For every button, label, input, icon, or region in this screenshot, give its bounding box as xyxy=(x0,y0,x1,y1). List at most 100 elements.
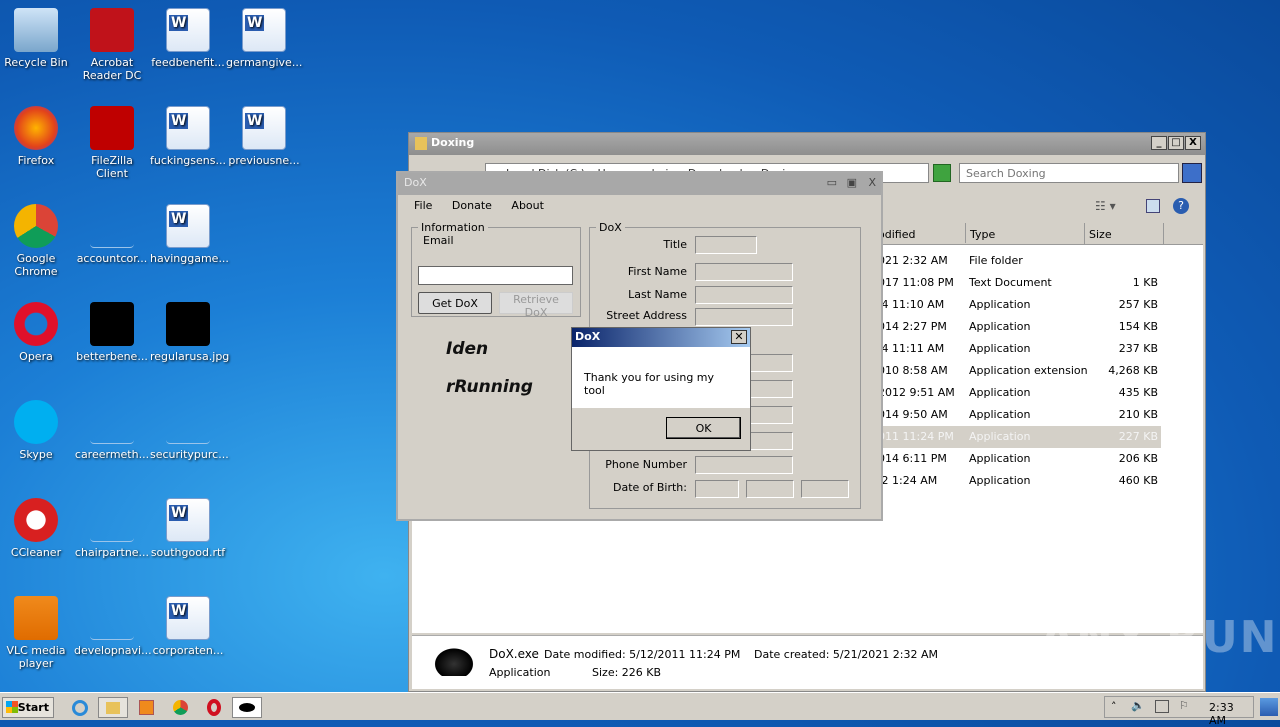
details-modified: Date modified: 5/12/2011 11:24 PM xyxy=(544,648,741,661)
show-hidden-icons[interactable]: ˄ xyxy=(1111,700,1117,713)
desktop-icon[interactable]: corporaten... xyxy=(150,596,226,657)
firefox-icon xyxy=(14,106,58,150)
desktop-icon[interactable]: germangive... xyxy=(226,8,302,69)
cell-size: 257 KB xyxy=(1118,298,1158,311)
minimize-button[interactable]: _ xyxy=(1151,136,1167,150)
desktop-icon[interactable]: betterbene... xyxy=(74,302,150,363)
maximize-button[interactable]: □ xyxy=(1168,136,1184,150)
desktop-icon[interactable]: developnavi... xyxy=(74,596,152,657)
blank-file-icon xyxy=(90,498,134,542)
desktop-icon[interactable]: previousne... xyxy=(226,106,302,167)
ie-icon[interactable] xyxy=(72,700,88,716)
cell-modified: 010 8:58 AM xyxy=(878,364,948,377)
word-doc-icon xyxy=(166,596,210,640)
menu-donate[interactable]: Donate xyxy=(452,199,492,212)
message-box-close-button[interactable]: ✕ xyxy=(731,330,747,344)
message-box-body: Thank you for using my tool xyxy=(572,347,750,408)
dob-year-field[interactable] xyxy=(801,480,849,498)
details-type: Application xyxy=(489,666,551,679)
menu-bar: File Donate About xyxy=(414,199,544,212)
desktop-icon[interactable]: VLC media player xyxy=(0,596,74,670)
email-input[interactable] xyxy=(418,266,573,285)
word-doc-icon xyxy=(166,204,210,248)
desktop-icon[interactable]: Firefox xyxy=(0,106,74,167)
desktop-icon[interactable]: feedbenefit... xyxy=(150,8,226,69)
cell-type: Application xyxy=(969,430,1031,443)
desktop-icon[interactable]: accountcor... xyxy=(74,204,150,265)
blank-file-icon xyxy=(90,204,134,248)
desktop-icon-label: VLC media player xyxy=(6,644,66,670)
filezilla-icon xyxy=(90,106,134,150)
preview-pane-icon[interactable] xyxy=(1146,199,1160,213)
flag-icon[interactable]: ⚐ xyxy=(1179,699,1189,712)
close-button[interactable]: X xyxy=(1185,136,1201,150)
start-button[interactable]: Start xyxy=(2,697,54,718)
desktop-icon[interactable]: fuckingsens... xyxy=(150,106,226,167)
refresh-icon[interactable] xyxy=(933,164,951,182)
desktop-icon[interactable]: regularusa.jpg xyxy=(150,302,229,363)
cell-modified: 011 11:24 PM xyxy=(878,430,954,443)
title-field[interactable] xyxy=(695,236,757,254)
taskbar: Start ˄ 🔈 ⚐ 2:33 AM xyxy=(0,692,1280,727)
media-player-icon[interactable] xyxy=(139,700,154,715)
street-address-field[interactable] xyxy=(695,308,793,326)
desktop-icon[interactable]: Acrobat Reader DC xyxy=(74,8,150,82)
cell-type: Application xyxy=(969,452,1031,465)
desktop-icon[interactable]: careermeth... xyxy=(74,400,150,461)
ok-button[interactable]: OK xyxy=(666,417,741,439)
system-tray: ˄ 🔈 ⚐ 2:33 AM xyxy=(1104,696,1254,727)
clock[interactable]: 2:33 AM xyxy=(1209,701,1253,727)
cell-size: 1 KB xyxy=(1132,276,1158,289)
opera-icon[interactable] xyxy=(207,699,221,716)
dob-month-field[interactable] xyxy=(746,480,794,498)
logo-line-2: rRunning xyxy=(446,377,533,397)
show-desktop-button[interactable] xyxy=(1260,698,1278,716)
desktop-icon[interactable]: Google Chrome xyxy=(0,204,74,278)
column-modified[interactable]: odified xyxy=(878,228,915,241)
last-name-field[interactable] xyxy=(695,286,793,304)
menu-about[interactable]: About xyxy=(511,199,544,212)
search-input[interactable] xyxy=(959,163,1179,183)
retrieve-dox-button[interactable]: Retrieve DoX xyxy=(499,292,573,319)
dox-taskbar-button[interactable] xyxy=(232,697,262,718)
get-dox-button[interactable]: Get DoX xyxy=(418,292,492,314)
chrome-icon xyxy=(14,204,58,248)
desktop-icon[interactable]: Opera xyxy=(0,302,74,363)
column-size[interactable]: Size xyxy=(1084,223,1164,245)
desktop-icon[interactable]: CCleaner xyxy=(0,498,74,559)
dox-close-button[interactable]: X xyxy=(868,176,876,189)
desktop-icon-label: CCleaner xyxy=(10,546,62,559)
volume-icon[interactable]: 🔈 xyxy=(1131,699,1145,712)
desktop-icon-label: Acrobat Reader DC xyxy=(82,56,142,82)
explorer-taskbar-button[interactable] xyxy=(98,697,128,718)
explorer-titlebar: Doxing _ □ X xyxy=(409,133,1205,155)
file-row[interactable]: 011 11:24 PM Application 227 KB xyxy=(872,426,1161,448)
desktop-icon[interactable]: FileZilla Client xyxy=(74,106,150,180)
dox-maximize-button[interactable]: ▣ xyxy=(847,176,857,189)
word-doc-icon xyxy=(242,8,286,52)
column-type[interactable]: Type xyxy=(965,223,995,243)
help-icon[interactable]: ? xyxy=(1173,198,1189,214)
details-name: DoX.exe xyxy=(489,647,539,661)
phone-label: Phone Number xyxy=(605,458,687,471)
image-thumbnail-icon xyxy=(90,302,134,346)
desktop-icon[interactable]: chairpartne... xyxy=(74,498,150,559)
desktop-icon[interactable]: securitypurc... xyxy=(150,400,229,461)
desktop-icon[interactable]: southgood.rtf xyxy=(150,498,226,559)
dox-titlebar: DoX ▭ ▣ X xyxy=(398,173,881,195)
phone-field[interactable] xyxy=(695,456,793,474)
dox-minimize-button[interactable]: ▭ xyxy=(827,176,837,189)
cell-modified: 014 2:27 PM xyxy=(878,320,947,333)
menu-file[interactable]: File xyxy=(414,199,432,212)
first-name-field[interactable] xyxy=(695,263,793,281)
chrome-icon[interactable] xyxy=(173,700,188,715)
dob-day-field[interactable] xyxy=(695,480,739,498)
desktop-icon-label: careermeth... xyxy=(74,448,150,461)
cell-type: Application extension xyxy=(969,364,1088,377)
desktop-icon[interactable]: Skype xyxy=(0,400,74,461)
desktop-icon[interactable]: Recycle Bin xyxy=(0,8,74,69)
search-icon[interactable] xyxy=(1182,163,1202,183)
desktop-icon[interactable]: havinggame... xyxy=(150,204,229,265)
network-icon[interactable] xyxy=(1155,700,1169,713)
view-options-icon[interactable]: ☷ ▾ xyxy=(1095,199,1116,213)
